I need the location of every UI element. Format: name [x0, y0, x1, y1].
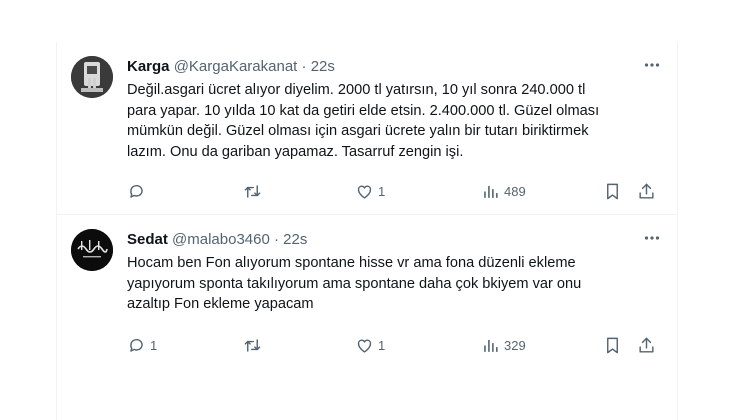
like-count: 1	[378, 183, 386, 199]
reply-button[interactable]	[127, 179, 150, 203]
retweet-button[interactable]	[243, 333, 266, 357]
views-icon	[484, 339, 498, 352]
share-icon	[639, 183, 654, 199]
tweet-header: Karga @KargaKarakanat · 22s	[127, 57, 633, 77]
like-button[interactable]: 1	[355, 333, 385, 357]
views-button[interactable]: 489	[481, 179, 526, 203]
tweet-text-line: Hocam ben Fon alıyorum spontane hisse vr…	[127, 255, 576, 271]
more-icon[interactable]	[641, 56, 663, 78]
timestamp[interactable]: 22s	[283, 231, 307, 248]
bookmark-icon	[607, 183, 618, 199]
timeline: Karga @KargaKarakanat · 22s Değil.asgari…	[56, 42, 678, 420]
tweet-text-line: lazım. Onu da gariban yapamaz. Tasarruf …	[127, 143, 464, 160]
avatar[interactable]	[71, 229, 113, 271]
action-bar: 1 1 329	[123, 333, 663, 357]
tweet-text-line: mümkün değil. Güzel olması için asgari ü…	[127, 123, 589, 139]
view-count: 489	[504, 183, 526, 199]
bookmark-button[interactable]	[603, 333, 622, 357]
timestamp[interactable]: 22s	[311, 58, 335, 75]
tweet-text-line: para yapar. 10 yılda 10 kat da getiri el…	[127, 102, 600, 119]
reply-count: 1	[150, 337, 158, 353]
share-button[interactable]	[637, 333, 656, 357]
like-icon	[357, 339, 372, 353]
tweet-text-line: Değil.asgari ücret alıyor diyelim. 2000 …	[127, 82, 586, 98]
views-button[interactable]: 329	[481, 333, 526, 357]
bookmark-icon	[607, 337, 618, 353]
share-button[interactable]	[637, 179, 656, 203]
action-bar: 1 489	[123, 179, 663, 203]
retweet-icon	[244, 338, 261, 352]
reply-icon	[130, 184, 143, 198]
bookmark-button[interactable]	[603, 179, 622, 203]
share-icon	[639, 337, 654, 353]
view-count: 329	[504, 337, 526, 353]
reply-button[interactable]: 1	[127, 333, 157, 357]
tweet-header: Sedat @malabo3460 · 22s	[127, 230, 633, 250]
separator-dot: ·	[274, 231, 279, 248]
like-count: 1	[378, 337, 386, 353]
retweet-icon	[244, 184, 261, 198]
retweet-button[interactable]	[243, 179, 266, 203]
tweet[interactable]: Karga @KargaKarakanat · 22s Değil.asgari…	[57, 42, 677, 215]
like-icon	[357, 185, 372, 199]
tweet-text-line: yapıyorum sponta takılıyorum ama spontan…	[127, 275, 582, 292]
tweet-text: Hocam ben Fon alıyorum spontane hisse vr…	[127, 253, 647, 315]
like-button[interactable]: 1	[355, 179, 385, 203]
avatar[interactable]	[71, 56, 113, 98]
tweet-text: Değil.asgari ücret alıyor diyelim. 2000 …	[127, 80, 647, 162]
tweet[interactable]: Sedat @malabo3460 · 22s Hocam ben Fon al…	[57, 215, 677, 365]
more-icon[interactable]	[641, 229, 663, 251]
views-icon	[484, 185, 498, 198]
author-handle[interactable]: @KargaKarakanat	[174, 58, 298, 75]
author-name[interactable]: Karga	[127, 58, 170, 75]
tweet-text-line: azaltıp Fon ekleme yapacam	[127, 296, 314, 312]
reply-icon	[130, 338, 143, 352]
separator-dot: ·	[301, 58, 307, 75]
author-name[interactable]: Sedat	[127, 231, 168, 248]
author-handle[interactable]: @malabo3460	[172, 231, 270, 248]
